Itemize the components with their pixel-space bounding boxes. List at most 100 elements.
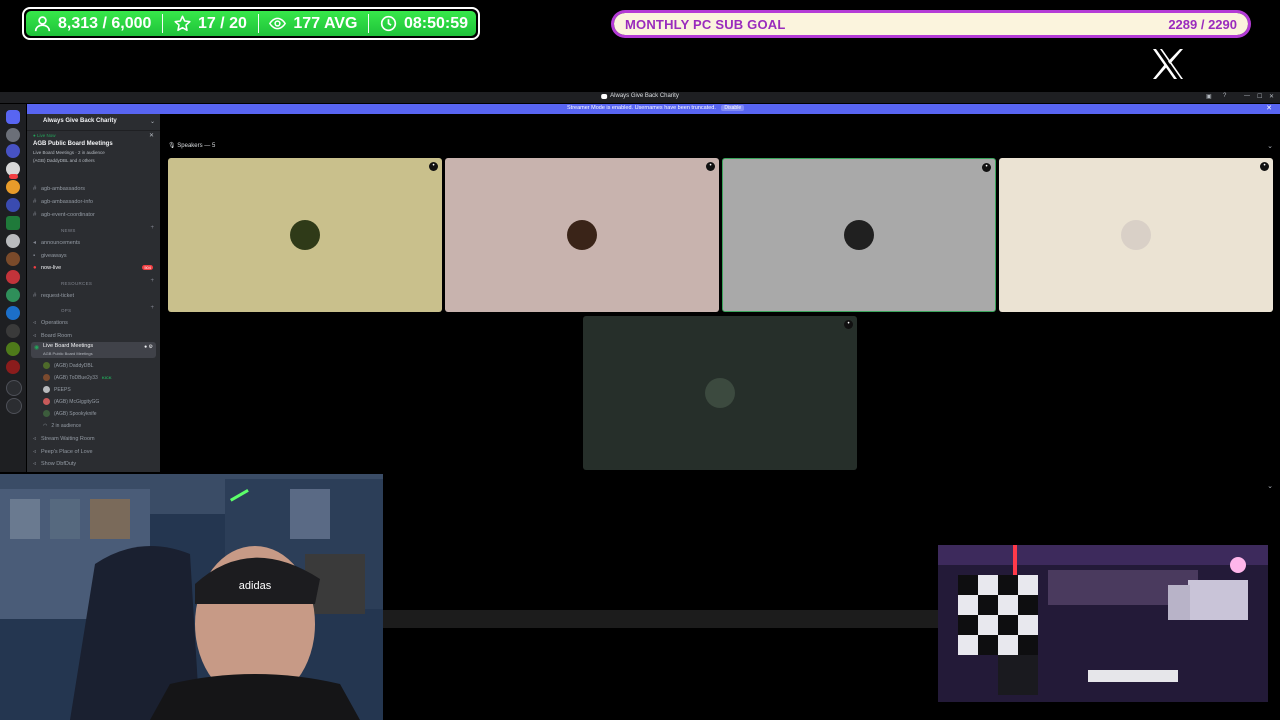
channel-announcements[interactable]: ◂ announcements xyxy=(33,237,155,248)
member-name: (AGB) McGiggityGG xyxy=(54,398,100,405)
add-server-icon[interactable] xyxy=(6,380,22,396)
help-icon[interactable]: ? xyxy=(1223,93,1226,99)
server-icon[interactable] xyxy=(6,270,20,284)
stage-icon: ◉ xyxy=(34,345,40,351)
channel-stream-waiting-room[interactable]: ◃ Stream Waiting Room xyxy=(33,433,155,444)
speaker-tile[interactable]: • xyxy=(445,158,719,312)
more-options-icon[interactable]: • xyxy=(429,162,438,171)
audience-count[interactable]: ◠ 2 in audience xyxy=(43,420,155,431)
member-name: (AGB) Spookyknife xyxy=(54,410,97,417)
viewers-stat: 177 AVG xyxy=(269,15,357,33)
voice-member[interactable]: (AGB) McGiggityGG xyxy=(43,396,155,407)
server-icon[interactable] xyxy=(6,234,20,248)
uptime-value: 08:50:59 xyxy=(403,14,468,32)
category-resources[interactable]: RESOURCES xyxy=(61,281,92,289)
server-icon[interactable] xyxy=(6,128,20,142)
megaphone-icon: ◂ xyxy=(33,240,37,246)
channel-request-ticket[interactable]: # request-ticket xyxy=(33,290,155,301)
channel-label: Board Room xyxy=(41,332,72,339)
channel-board-room[interactable]: ◃ Board Room xyxy=(33,330,155,341)
channel-agb-event-coordinator[interactable]: # agb-event-coordinator xyxy=(33,209,155,220)
window-title: Always Give Back Charity xyxy=(601,93,679,99)
more-options-icon[interactable]: • xyxy=(982,163,991,172)
chevron-down-icon[interactable]: ⌄ xyxy=(150,118,155,125)
channel-now-live[interactable]: ● now-live 504 xyxy=(33,262,155,273)
speaker-tile[interactable]: • xyxy=(168,158,442,312)
avatar xyxy=(844,220,874,250)
hash-icon: # xyxy=(33,292,37,299)
avatar xyxy=(43,410,50,417)
clock-icon xyxy=(380,15,397,32)
channel-label: agb-ambassadors xyxy=(41,185,86,192)
voice-member[interactable]: (AGB) DaddyDBL xyxy=(43,360,155,371)
close-window-button[interactable]: ✕ xyxy=(1269,93,1274,100)
inbox-icon[interactable]: ▣ xyxy=(1206,93,1212,100)
avatar xyxy=(567,220,597,250)
channel-peeps-place-of-love[interactable]: ◃ Peep's Place of Love xyxy=(33,446,155,457)
x-logo-icon xyxy=(1153,49,1183,79)
explore-servers-icon[interactable] xyxy=(6,398,22,414)
channel-operations[interactable]: ◃ Operations xyxy=(33,317,155,328)
voice-channel-actions[interactable]: ● ⚙ xyxy=(144,344,153,350)
disable-streamer-mode-button[interactable]: Disable xyxy=(721,105,745,111)
voice-member[interactable]: (AGB) ToDBue2y33 KICK xyxy=(43,372,155,383)
server-icon[interactable] xyxy=(6,360,20,374)
live-event-card[interactable]: ● Live Now ✕ AGB Public Board Meetings L… xyxy=(31,132,156,170)
followers-value: 8,313 / 6,000 xyxy=(58,14,152,32)
speakers-header: 🎙 Speakers — 5 xyxy=(168,143,216,149)
add-channel-icon[interactable]: + xyxy=(150,278,154,284)
server-icon[interactable] xyxy=(6,252,20,266)
discord-home-icon[interactable] xyxy=(6,110,20,124)
add-channel-icon[interactable]: + xyxy=(150,305,154,311)
maximize-button[interactable]: ☐ xyxy=(1257,93,1262,100)
sub-goal-bar: MONTHLY PC SUB GOAL 2289 / 2290 xyxy=(611,10,1251,38)
voice-member[interactable]: (AGB) Spookyknife xyxy=(43,408,155,419)
uptime-stat: 08:50:59 xyxy=(380,15,468,33)
stat-divider xyxy=(162,14,163,33)
hash-icon: # xyxy=(33,211,37,218)
guild-header[interactable]: Always Give Back Charity ⌄ xyxy=(27,114,160,131)
discord-logo-icon xyxy=(601,93,608,99)
minimize-button[interactable]: — xyxy=(1244,93,1250,99)
chevron-down-icon[interactable]: ⌄ xyxy=(1267,482,1273,490)
channel-agb-ambassadors[interactable]: # agb-ambassadors xyxy=(33,183,155,194)
kick-server-icon[interactable] xyxy=(6,216,20,230)
hash-icon: # xyxy=(33,185,37,192)
server-icon[interactable] xyxy=(6,306,20,320)
speaker-tile[interactable]: • xyxy=(999,158,1273,312)
speaker-icon: ◃ xyxy=(33,436,37,442)
server-icon[interactable] xyxy=(6,144,20,158)
sub-goal-title: MONTHLY PC SUB GOAL xyxy=(625,17,786,32)
server-icon[interactable] xyxy=(6,324,20,338)
member-name: (AGB) ToDBue2y33 xyxy=(54,374,98,381)
voice-channel-live-board-meetings[interactable]: ◉ Live Board Meetings AGB Public Board M… xyxy=(31,342,156,358)
voice-channel-title: Live Board Meetings xyxy=(43,343,94,349)
stream-stats-bar: 8,313 / 6,000 17 / 20 177 AVG 08:50:59 xyxy=(22,7,480,40)
channel-giveaways[interactable]: ▪ giveaways xyxy=(33,250,155,261)
chevron-down-icon[interactable]: ⌄ xyxy=(1267,142,1273,150)
category-news[interactable]: NEWS xyxy=(61,228,76,236)
more-options-icon[interactable]: • xyxy=(844,320,853,329)
category-ops[interactable]: OPS xyxy=(61,308,71,316)
avatar xyxy=(290,220,320,250)
speaker-tile[interactable]: • xyxy=(583,316,857,470)
server-icon[interactable] xyxy=(6,342,20,356)
avatar xyxy=(1121,220,1151,250)
speaker-icon: ◃ xyxy=(33,461,37,467)
live-dot-icon: ● xyxy=(33,264,37,271)
stat-divider xyxy=(368,14,369,33)
banner-close-icon[interactable]: ✕ xyxy=(1266,104,1272,112)
voice-member[interactable]: PEEPS xyxy=(43,384,155,395)
channel-agb-ambassador-info[interactable]: # agb-ambassador-info xyxy=(33,196,155,207)
channel-show-dbfduty[interactable]: ◃ Show DbfDuty xyxy=(33,458,155,469)
close-icon[interactable]: ✕ xyxy=(149,132,154,139)
more-options-icon[interactable]: • xyxy=(706,162,715,171)
speaker-tile-speaking[interactable]: • xyxy=(722,158,996,312)
sub-goal-track: MONTHLY PC SUB GOAL 2289 / 2290 xyxy=(614,13,1248,35)
server-icon[interactable] xyxy=(6,180,20,194)
server-icon[interactable] xyxy=(6,198,20,212)
more-options-icon[interactable]: • xyxy=(1260,162,1269,171)
add-channel-icon[interactable]: + xyxy=(150,225,154,231)
avatar xyxy=(43,398,50,405)
server-icon[interactable] xyxy=(6,288,20,302)
